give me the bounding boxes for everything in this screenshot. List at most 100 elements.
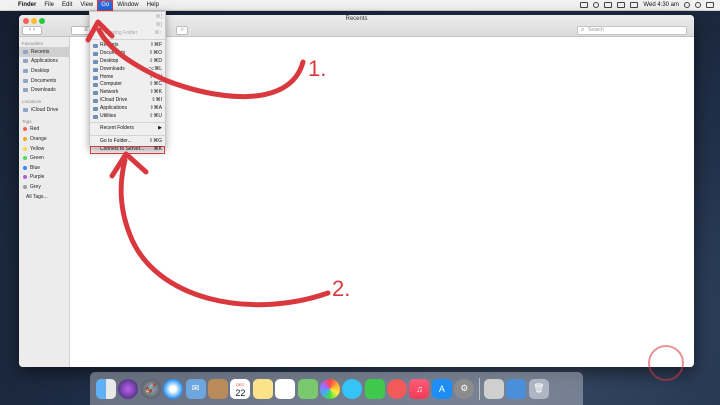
cloud-icon (23, 107, 28, 112)
sidebar-item-label: Red (30, 126, 40, 133)
sidebar-header-locations: Locations (22, 98, 42, 104)
back-forward-buttons[interactable]: ‹ › (22, 26, 42, 35)
menu-item-back[interactable]: ⌘[ (90, 14, 165, 22)
menu-finder[interactable]: Finder (14, 0, 40, 11)
utility-icon[interactable] (484, 378, 505, 399)
sidebar-item-icloud-drive[interactable]: iCloud Drive (19, 105, 69, 115)
tag-color-icon (23, 127, 27, 132)
photos-icon[interactable] (319, 378, 340, 399)
spotlight-icon[interactable] (684, 2, 690, 8)
system-preferences-icon[interactable]: ⚙ (454, 378, 475, 399)
menu-view[interactable]: View (76, 0, 97, 11)
sidebar-item-label: Grey (30, 183, 41, 190)
sidebar-tag-item[interactable]: Orange (19, 134, 69, 144)
safari-icon[interactable] (163, 378, 184, 399)
search-input[interactable]: ⌕ Search (577, 26, 687, 35)
tag-list: Red Orange Yellow Green Blue Purple Grey All Ta… (19, 125, 69, 202)
menu-item-place[interactable]: Network ⇧⌘K (90, 89, 165, 97)
step-1-label: 1. (308, 56, 327, 81)
airplay-icon[interactable] (580, 2, 589, 8)
place-icon (93, 91, 98, 96)
menu-go[interactable]: Go (97, 0, 114, 11)
menu-item-place[interactable]: Home ⇧⌘H (90, 74, 165, 82)
calendar-icon[interactable]: DEC 22 (230, 378, 251, 399)
sidebar-item-label: Documents (31, 77, 57, 84)
menu-item-place[interactable]: Computer ⇧⌘C (90, 81, 165, 89)
sidebar-item-label: iCloud Drive (31, 106, 59, 113)
sidebar-tag-item[interactable]: Purple (19, 173, 69, 183)
time-machine-icon[interactable] (593, 2, 600, 8)
sidebar-tag-item[interactable]: Grey (19, 182, 69, 192)
maps-icon[interactable] (297, 378, 318, 399)
menu-item-place[interactable]: Recents ⇧⌘F (90, 42, 165, 50)
search-placeholder: Search (588, 27, 604, 33)
menu-item-go-to-folder[interactable]: Go to Folder... ⇧⌘G (90, 138, 165, 146)
sidebar-tag-item[interactable]: Yellow (19, 144, 69, 154)
sidebar-header-favourites: Favourites (22, 41, 44, 46)
menu-edit[interactable]: Edit (58, 0, 76, 11)
sidebar-tag-item[interactable]: Blue (19, 163, 69, 173)
sidebar-item-applications[interactable]: Applications (19, 57, 69, 67)
trash-icon[interactable]: 🗑 (528, 378, 549, 399)
sidebar-item-label: Purple (30, 174, 45, 181)
volume-icon[interactable] (617, 2, 626, 8)
tag-color-icon (23, 165, 27, 170)
notification-center-icon[interactable] (706, 2, 714, 8)
menu-item-place[interactable]: Utilities ⇧⌘U (90, 113, 165, 121)
menu-item-place[interactable]: Downloads ⌥⌘L (90, 66, 165, 74)
siri-icon[interactable] (118, 378, 139, 399)
facetime-icon[interactable] (364, 378, 385, 399)
documents-icon (23, 78, 28, 83)
menu-item-recent-folders[interactable]: Recent Folders ▶ (90, 125, 165, 133)
sidebar-item-downloads[interactable]: Downloads (19, 85, 69, 95)
menu-item-place[interactable]: Applications ⇧⌘A (90, 105, 165, 113)
menu-window[interactable]: Window (113, 0, 142, 11)
mail-icon[interactable]: ✉ (185, 378, 206, 399)
siri-menu-icon[interactable] (695, 2, 701, 8)
finder-icon[interactable] (96, 378, 116, 399)
search-icon: ⌕ (581, 27, 585, 33)
sidebar-item-label: Green (30, 155, 44, 162)
sidebar-item-documents[interactable]: Documents (19, 76, 69, 86)
menu-clock[interactable]: Wed 4:30 am (643, 2, 679, 8)
go-menu-dropdown: ⌘[ ⌘] Enclosing Folder ⌘↑ Recents ⇧⌘F Docum… (89, 11, 166, 154)
sidebar-tag-item[interactable]: Green (19, 153, 69, 163)
launchpad-icon[interactable]: 🚀 (140, 378, 161, 399)
music-icon[interactable]: ♫ (409, 378, 430, 399)
menu-item-connect-to-server[interactable]: Connect to Server... ⌘K (90, 145, 165, 154)
sidebar-item-label: Downloads (31, 87, 56, 94)
tag-color-icon (23, 146, 27, 151)
menu-file[interactable]: File (40, 0, 58, 11)
sidebar-item-label: Blue (30, 164, 41, 171)
downloads-icon[interactable] (506, 378, 527, 399)
menu-item-place[interactable]: Documents ⇧⌘O (90, 50, 165, 58)
contacts-icon[interactable] (207, 378, 228, 399)
sidebar-tag-item[interactable]: Red (19, 125, 69, 135)
tag-button[interactable]: ○ (176, 26, 188, 35)
sidebar-item-label: Recents (31, 48, 50, 55)
sidebar-tag-item[interactable]: All Tags... (19, 192, 69, 202)
sidebar-item-label: All Tags... (26, 193, 48, 200)
sidebar-item-desktop[interactable]: Desktop (19, 66, 69, 76)
sidebar-item-recents[interactable]: Recents (19, 47, 69, 57)
sidebar-item-label: Yellow (30, 145, 45, 152)
place-icon (93, 106, 98, 111)
battery-icon[interactable] (630, 2, 639, 8)
app-store-icon[interactable]: A (431, 378, 452, 399)
tag-color-icon (23, 136, 27, 141)
menu-help[interactable]: Help (143, 0, 163, 11)
notes-icon[interactable] (252, 378, 273, 399)
menu-item-enclosing-folder[interactable]: Enclosing Folder ⌘↑ (90, 30, 165, 38)
downloads-icon (23, 88, 28, 93)
dock-separator (478, 377, 480, 400)
applications-icon (23, 59, 28, 64)
messages-icon[interactable] (342, 378, 363, 399)
wifi-icon[interactable] (604, 2, 613, 8)
menu-item-place[interactable]: iCloud Drive ⇧⌘I (90, 97, 165, 105)
reminders-icon[interactable] (275, 378, 296, 399)
news-icon[interactable] (387, 378, 408, 399)
menu-item-place[interactable]: Desktop ⇧⌘D (90, 58, 165, 66)
sidebar-header-tags: Tags (22, 118, 32, 124)
calendar-day: 22 (235, 387, 246, 398)
menu-item-forward[interactable]: ⌘] (90, 22, 165, 30)
